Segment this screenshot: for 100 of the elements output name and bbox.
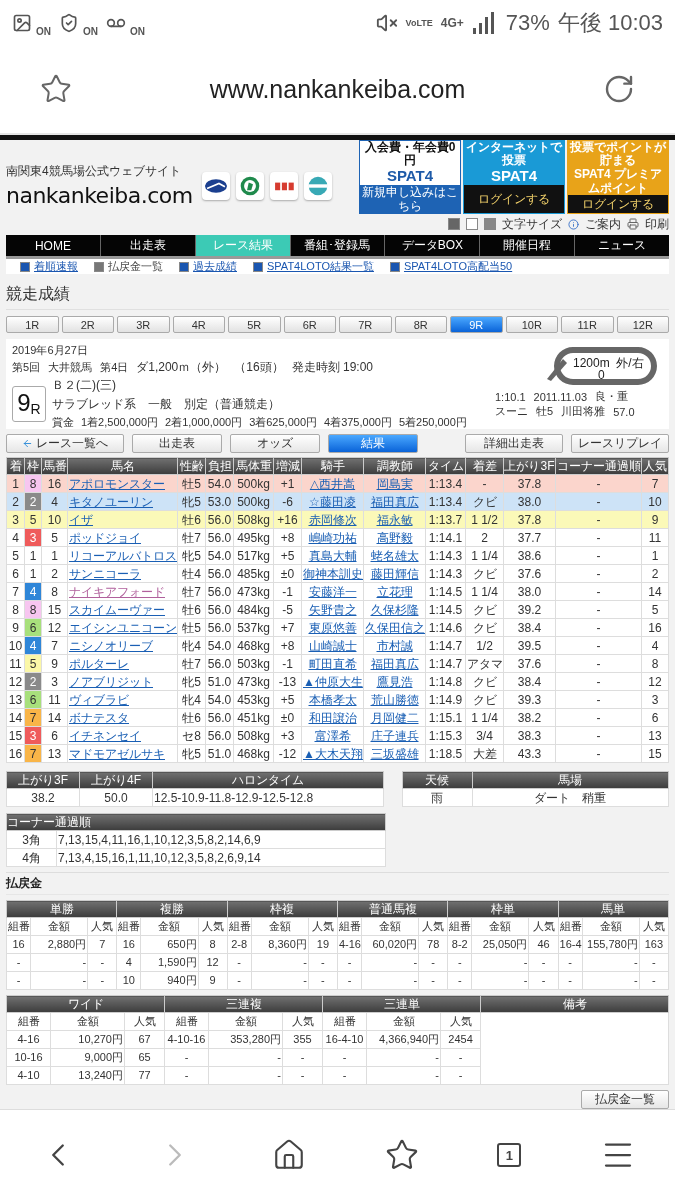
status-label: ON — [83, 26, 98, 37]
sub-link[interactable]: 過去成績 — [179, 259, 237, 275]
guide-link[interactable]: ご案内 — [585, 215, 621, 233]
table-cell: 1:14.5 — [425, 600, 466, 619]
race-tab[interactable]: 1R — [6, 316, 59, 334]
table-cell: 37.6 — [503, 654, 556, 673]
table-cell: - — [418, 953, 448, 972]
table-cell: 517kg — [233, 546, 274, 565]
sub-link[interactable]: SPAT4LOTO結果一覧 — [253, 259, 374, 275]
race-tab[interactable]: 2R — [61, 316, 114, 334]
table-cell: 牝5 — [177, 744, 206, 763]
jockey-link[interactable]: ▲仲原大生 — [303, 674, 363, 689]
url-field[interactable]: www.nankankeiba.com — [92, 74, 583, 104]
jockey-link[interactable]: ▲大木天翔 — [303, 746, 363, 761]
table-cell: 13 — [6, 690, 25, 709]
site-logo[interactable]: nankankeiba.com — [6, 181, 192, 210]
column-header: ワイド — [6, 995, 165, 1013]
prize-money: 5着250,000円 — [398, 415, 467, 431]
race-tab[interactable]: 5R — [228, 316, 281, 334]
column-header: タイム — [425, 457, 466, 475]
trainer-link[interactable]: 久保田信之 — [365, 620, 425, 635]
table-cell: 54.0 — [205, 546, 234, 565]
column-header: 人気 — [641, 457, 669, 475]
spat4-banner[interactable]: インターネットで投票 SPAT4 ログインする — [463, 140, 565, 214]
column-subheader: 金額 — [50, 1012, 125, 1031]
nav-tab[interactable]: 開催日程 — [480, 235, 575, 257]
table-cell: 67 — [124, 1030, 165, 1049]
nav-tab[interactable]: 番組･登録馬 — [290, 235, 385, 257]
table-cell: 9 — [641, 510, 669, 529]
payout-list-button[interactable]: 払戻金一覧 — [581, 1090, 669, 1109]
table-cell: 1 1/4 — [465, 546, 504, 565]
jockey-link[interactable]: 御神本訓史 — [303, 566, 363, 581]
network-label: 4G+ — [440, 15, 464, 30]
race-tab[interactable]: 12R — [616, 316, 669, 334]
action-button[interactable]: 詳細出走表 — [465, 434, 563, 454]
table-cell: 11 — [641, 528, 669, 547]
bookmark-icon[interactable] — [40, 73, 72, 105]
table-cell: 4 — [641, 636, 669, 655]
tabs-button[interactable]: 1 — [497, 1143, 522, 1167]
table-cell: 牡5 — [177, 618, 206, 637]
table-cell: 12 — [641, 672, 669, 691]
race-tab[interactable]: 6R — [283, 316, 336, 334]
reload-icon[interactable] — [603, 73, 635, 105]
nav-tab[interactable]: HOME — [6, 235, 100, 257]
emblem-icon — [202, 172, 230, 200]
table-cell: 500kg — [233, 474, 274, 493]
table-cell: 14 — [41, 708, 68, 727]
table-cell: 13,240円 — [50, 1066, 125, 1085]
print-link[interactable]: 印刷 — [645, 215, 669, 233]
table-cell: 1 1/4 — [465, 582, 504, 601]
race-tab[interactable]: 4R — [172, 316, 225, 334]
action-button[interactable]: オッズ — [230, 434, 320, 454]
table-cell: - — [322, 1066, 367, 1085]
race-tab[interactable]: 8R — [394, 316, 447, 334]
horse-link[interactable]: エイシンユニコーン — [69, 620, 177, 635]
sub-link[interactable]: 着順速報 — [20, 259, 78, 275]
table-cell: 60,020円 — [361, 935, 419, 954]
nav-tab[interactable]: 出走表 — [100, 235, 195, 257]
table-cell: 15 — [641, 744, 669, 763]
table-cell: 37.8 — [503, 510, 556, 529]
race-tab[interactable]: 11R — [561, 316, 614, 334]
race-tab[interactable]: 3R — [117, 316, 170, 334]
action-button[interactable]: レース一覧へ — [6, 434, 124, 454]
table-cell: - — [164, 1048, 209, 1067]
race-tab[interactable]: 9R — [450, 316, 503, 334]
column-subheader: 組番 — [227, 917, 252, 936]
table-cell: 5 — [41, 528, 68, 547]
table-cell: 56.0 — [205, 564, 234, 583]
table-cell: 51.0 — [205, 672, 234, 691]
bookmark-star-icon[interactable] — [384, 1138, 419, 1172]
table-cell: - — [337, 953, 362, 972]
race-tab[interactable]: 7R — [339, 316, 392, 334]
image-icon — [12, 12, 32, 33]
action-button[interactable]: 出走表 — [132, 434, 222, 454]
column-header: 三連単 — [322, 995, 481, 1013]
table-cell: 53.0 — [205, 492, 234, 511]
table-cell: 56.0 — [205, 618, 234, 637]
nav-tab[interactable]: データBOX — [385, 235, 480, 257]
sub-link[interactable]: SPAT4LOTO高配当50 — [389, 259, 513, 275]
prize-money: 2着1,000,000円 — [165, 415, 243, 431]
column-header: 備考 — [480, 995, 669, 1013]
table-cell: 1:15.3 — [425, 726, 466, 745]
record-holder-info: スーニ — [495, 404, 528, 420]
table-cell: 9 — [6, 618, 25, 637]
race-tab[interactable]: 10R — [505, 316, 558, 334]
table-cell: 1,590円 — [140, 953, 199, 972]
table-cell: 7 — [41, 636, 68, 655]
spat4-banner[interactable]: 入会費・年会費0円 SPAT4 新規申し込みはこちら — [359, 140, 461, 214]
spat4-banner[interactable]: 投票でポイントが貯まる SPAT4 プレミアムポイント ログインする — [567, 140, 669, 214]
table-cell: 12.5-10.9-11.8-12.9-12.5-12.8 — [152, 788, 384, 807]
table-cell: 38.6 — [503, 546, 556, 565]
meeting-label: 大井競馬 — [48, 360, 93, 376]
horse-link[interactable]: イザ — [69, 512, 93, 527]
table-cell: - — [308, 953, 338, 972]
horse-link[interactable]: リコーアルバトロス — [69, 548, 177, 563]
table-cell: 16 — [116, 935, 141, 954]
nav-tab[interactable]: ニュース — [575, 235, 669, 257]
action-button[interactable]: レースリプレイ — [571, 434, 669, 454]
font-size-medium-icon[interactable] — [466, 218, 478, 230]
action-button[interactable]: 結果 — [328, 434, 418, 454]
